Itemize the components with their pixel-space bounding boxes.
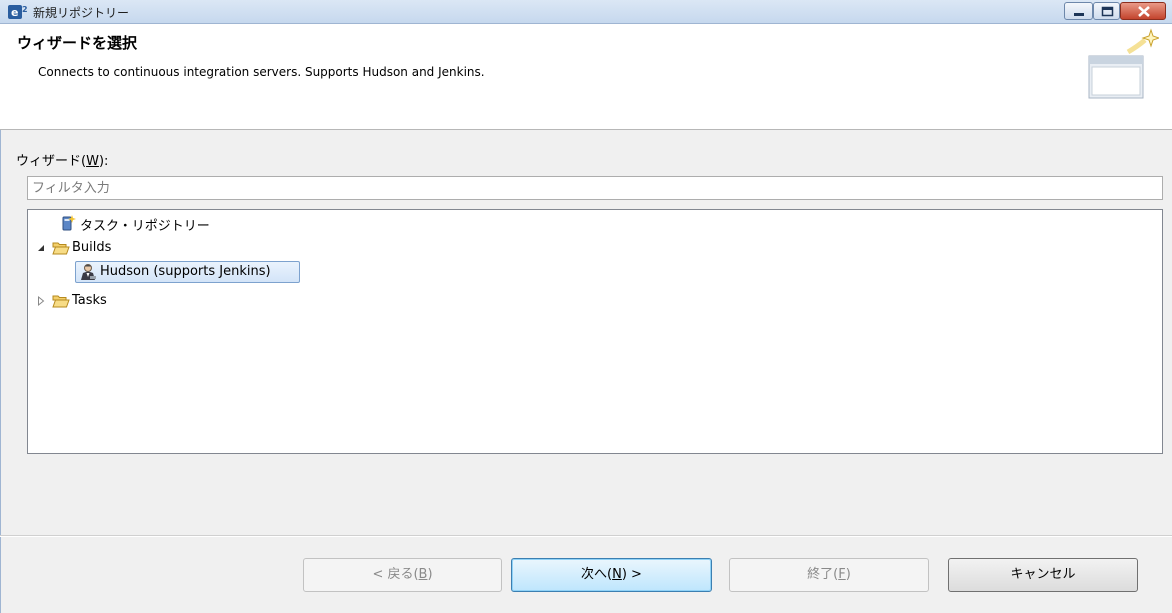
hudson-butler-icon <box>81 264 96 280</box>
eclipse-app-icon: e 2 <box>8 5 28 19</box>
wizard-tree[interactable]: タスク・リポジトリー Builds Hudson (supports Jenki… <box>27 209 1163 454</box>
finish-button[interactable]: 終了(F) <box>729 558 929 592</box>
folder-open-icon <box>52 242 70 255</box>
new-wizard-banner-icon <box>1088 28 1159 99</box>
task-repository-icon <box>62 215 76 231</box>
maximize-button[interactable] <box>1093 2 1120 20</box>
close-button[interactable] <box>1120 2 1166 20</box>
minimize-icon <box>1074 13 1084 16</box>
tree-item-label: Builds <box>72 240 112 255</box>
tree-item-label: タスク・リポジトリー <box>80 219 210 234</box>
tree-item-hudson[interactable]: Hudson (supports Jenkins) <box>75 261 300 283</box>
folder-open-icon <box>52 295 70 308</box>
cancel-button[interactable]: キャンセル <box>948 558 1138 592</box>
close-icon <box>1138 6 1150 17</box>
page-description: Connects to continuous integration serve… <box>38 65 485 79</box>
wizard-header: ウィザードを選択 Connects to continuous integrat… <box>0 24 1172 130</box>
maximize-icon <box>1101 6 1114 17</box>
collapsed-arrow-icon[interactable] <box>35 295 47 307</box>
footer-separator-highlight <box>0 536 1172 537</box>
tree-item-label: Tasks <box>72 293 107 308</box>
expanded-arrow-icon[interactable] <box>35 242 47 254</box>
title-bar[interactable]: e 2 新規リポジトリー <box>0 0 1172 24</box>
svg-text:e: e <box>11 6 18 19</box>
svg-text:2: 2 <box>22 5 28 14</box>
minimize-button[interactable] <box>1064 2 1093 20</box>
back-button[interactable]: < 戻る(B) <box>303 558 502 592</box>
window-title: 新規リポジトリー <box>33 6 130 20</box>
next-button[interactable]: 次へ(N) > <box>511 558 712 592</box>
wizard-label: ウィザード(W): <box>16 154 109 169</box>
page-title: ウィザードを選択 <box>17 34 138 52</box>
filter-input[interactable] <box>27 176 1163 200</box>
tree-item-label: Hudson (supports Jenkins) <box>100 264 271 279</box>
new-repository-dialog: e 2 新規リポジトリー ウィザードを選択 Connects to contin… <box>0 0 1172 613</box>
